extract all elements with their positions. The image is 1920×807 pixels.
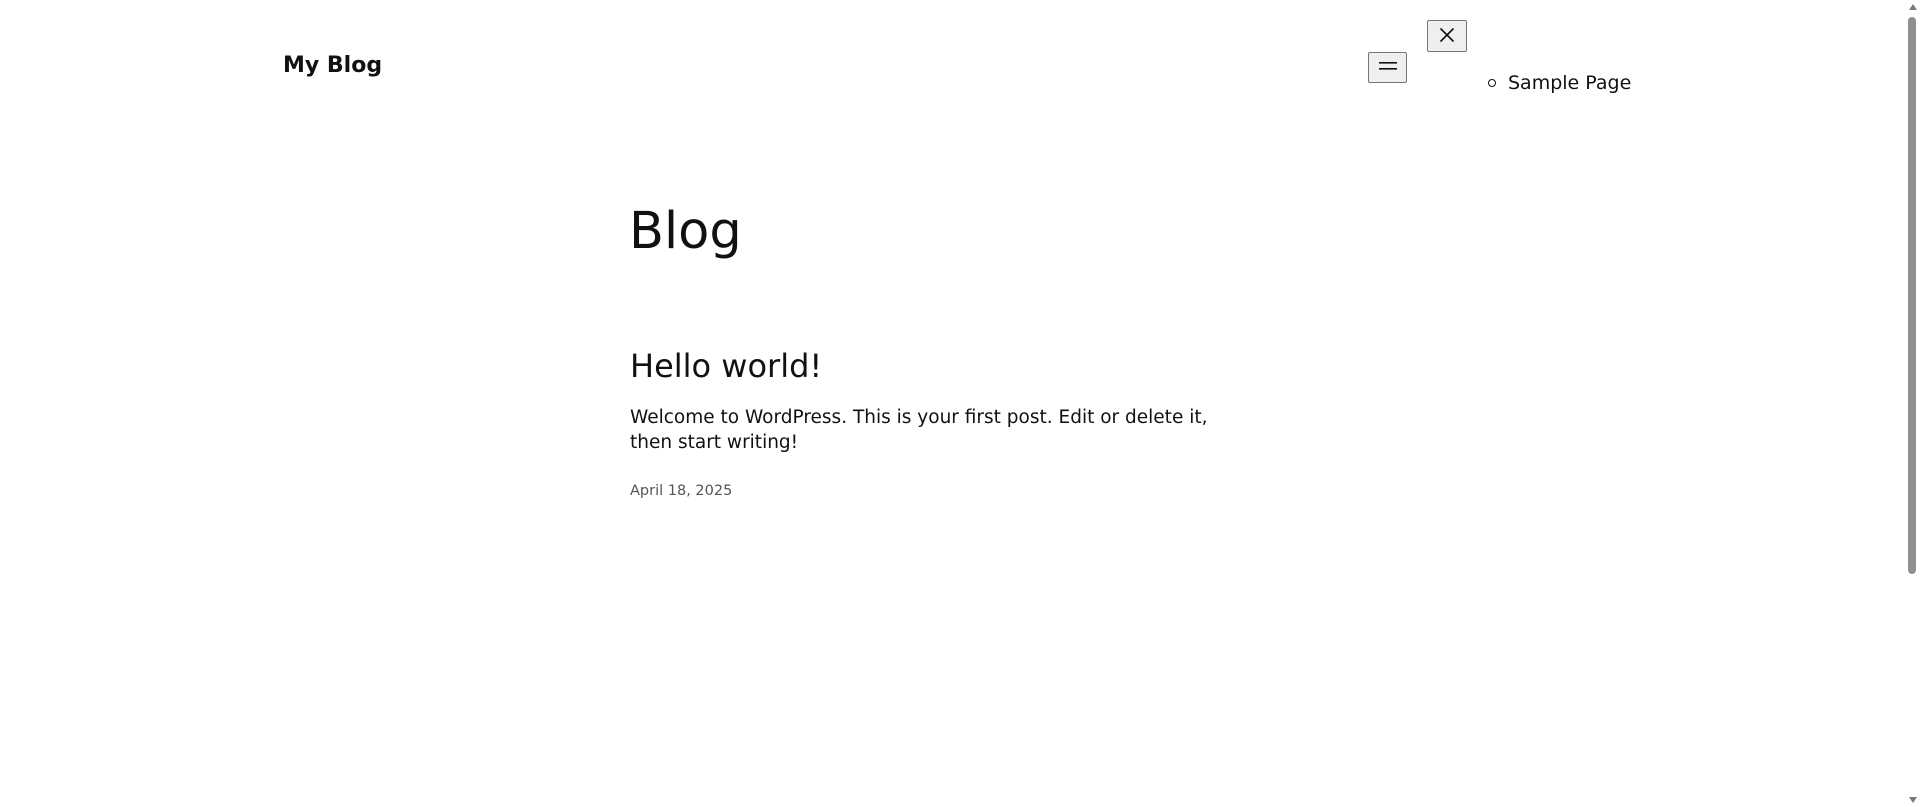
scrollbar-thumb[interactable] — [1908, 17, 1916, 574]
post-excerpt: Welcome to WordPress. This is your first… — [630, 407, 1208, 453]
page-title: Blog — [629, 202, 742, 261]
hamburger-icon — [1378, 60, 1397, 75]
post-date: April 18, 2025 — [630, 483, 733, 499]
nav-item-sample-page: Sample Page — [1488, 70, 1631, 96]
close-menu-button[interactable] — [1427, 20, 1467, 52]
post-item: Hello world! Welcome to WordPress. This … — [630, 346, 1270, 501]
post-title: Hello world! — [630, 346, 1270, 386]
open-menu-button[interactable] — [1368, 52, 1407, 83]
list-bullet — [1488, 79, 1496, 87]
nav-link-sample-page[interactable]: Sample Page — [1508, 70, 1631, 96]
page: My Blog Sample Page Blog Hello world! We… — [0, 0, 1920, 807]
site-title-link[interactable]: My Blog — [283, 51, 382, 81]
primary-navigation: Sample Page — [1488, 70, 1631, 96]
post-title-link[interactable]: Hello world! — [630, 347, 822, 385]
scroll-up-arrow-icon[interactable] — [1909, 4, 1917, 10]
scroll-down-arrow-icon[interactable] — [1909, 797, 1917, 803]
close-icon — [1439, 27, 1455, 46]
vertical-scrollbar[interactable] — [1905, 0, 1920, 807]
